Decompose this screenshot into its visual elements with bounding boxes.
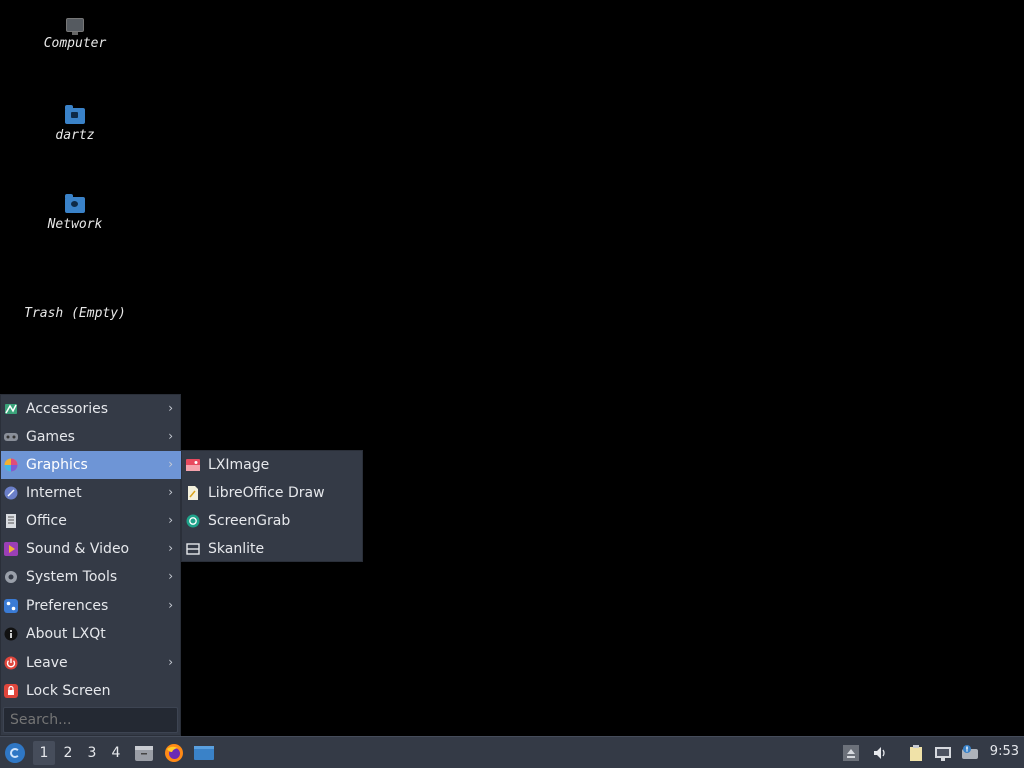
graphics-icon [4, 458, 18, 472]
menu-item-sound-video[interactable]: Sound & Video › [1, 535, 182, 563]
accessories-icon [4, 402, 18, 416]
desktop-icon-trash[interactable]: Trash (Empty) [0, 306, 150, 321]
taskbar: 1 2 3 4 9:53 [0, 736, 1024, 768]
skanlite-icon [186, 542, 200, 556]
menu-item-label: Accessories [26, 401, 109, 417]
menu-item-graphics[interactable]: Graphics › [1, 451, 182, 479]
graphics-submenu: LXImage LibreOffice Draw ScreenGrab Skan… [181, 450, 363, 562]
menu-item-about-lxqt[interactable]: About LXQt [1, 620, 182, 648]
desktop-icon-dartz[interactable]: dartz [0, 105, 150, 143]
home-folder-icon [65, 105, 85, 124]
volume-icon[interactable] [872, 745, 888, 761]
desktop-icon [194, 746, 214, 760]
desktop-switch-4[interactable]: 4 [105, 741, 127, 765]
file-manager-launcher[interactable] [134, 743, 154, 763]
chevron-right-icon: › [168, 457, 173, 471]
menu-item-office[interactable]: Office › [1, 507, 182, 535]
games-icon [4, 430, 18, 444]
application-menu: Accessories › Games › Graphics › Interne… [0, 394, 182, 736]
chevron-right-icon: › [168, 541, 173, 555]
computer-icon [66, 18, 84, 35]
preferences-icon [4, 599, 18, 613]
submenu-item-label: ScreenGrab [208, 513, 291, 529]
desktop-icon-label: dartz [55, 128, 95, 143]
show-desktop-button[interactable] [193, 743, 214, 763]
eject-icon[interactable] [843, 745, 859, 761]
sound-video-icon [4, 542, 18, 556]
menu-item-label: Graphics [26, 457, 88, 473]
menu-item-label: Lock Screen [26, 683, 111, 699]
clock[interactable]: 9:53 [990, 744, 1019, 759]
start-menu-button[interactable] [5, 743, 25, 763]
menu-item-label: System Tools [26, 569, 118, 585]
info-icon [4, 627, 18, 641]
menu-item-label: Leave [26, 655, 68, 671]
desktop-icon-label: Computer [43, 36, 107, 51]
desktop-icon-label: Trash (Empty) [24, 306, 126, 321]
chevron-right-icon: › [168, 655, 173, 669]
submenu-item-label: LibreOffice Draw [208, 485, 325, 501]
menu-item-system-tools[interactable]: System Tools › [1, 563, 182, 591]
submenu-item-lximage[interactable]: LXImage [182, 451, 362, 479]
submenu-item-label: Skanlite [208, 541, 265, 557]
desktop-switch-2[interactable]: 2 [57, 741, 79, 765]
menu-item-label: Internet [26, 485, 82, 501]
menu-item-internet[interactable]: Internet › [1, 479, 182, 507]
chevron-right-icon: › [168, 485, 173, 499]
desktop-switch-3[interactable]: 3 [81, 741, 103, 765]
menu-item-label: Preferences [26, 598, 109, 614]
menu-item-games[interactable]: Games › [1, 423, 182, 451]
menu-item-preferences[interactable]: Preferences › [1, 592, 182, 620]
clipboard-icon[interactable] [908, 745, 924, 761]
desktop-switch-1[interactable]: 1 [33, 741, 55, 765]
menu-item-accessories[interactable]: Accessories › [1, 395, 182, 423]
menu-item-label: Games [26, 429, 75, 445]
menu-search-input[interactable] [3, 707, 178, 733]
file-manager-icon [135, 746, 153, 761]
submenu-item-label: LXImage [208, 457, 270, 473]
network-folder-icon [65, 194, 85, 213]
libreoffice-draw-icon [186, 486, 200, 500]
submenu-item-skanlite[interactable]: Skanlite [182, 535, 362, 563]
menu-item-label: Office [26, 513, 67, 529]
chevron-right-icon: › [168, 401, 173, 415]
power-icon [4, 656, 18, 670]
chevron-right-icon: › [168, 513, 173, 527]
menu-item-lock-screen[interactable]: Lock Screen [1, 677, 182, 705]
chevron-right-icon: › [168, 598, 173, 612]
submenu-item-libreoffice-draw[interactable]: LibreOffice Draw [182, 479, 362, 507]
firefox-icon [165, 744, 183, 762]
desktop-icon-computer[interactable]: Computer [0, 18, 150, 51]
system-tools-icon [4, 570, 18, 584]
internet-icon [4, 486, 18, 500]
menu-item-leave[interactable]: Leave › [1, 649, 182, 677]
menu-item-label: About LXQt [26, 626, 106, 642]
update-notifier-icon[interactable] [961, 745, 978, 761]
firefox-launcher[interactable] [164, 743, 184, 763]
submenu-item-screengrab[interactable]: ScreenGrab [182, 507, 362, 535]
lock-icon [4, 684, 18, 698]
lximage-icon [186, 458, 200, 472]
chevron-right-icon: › [168, 569, 173, 583]
menu-item-label: Sound & Video [26, 541, 130, 557]
office-icon [4, 514, 18, 528]
desktop-icon-label: Network [47, 217, 103, 232]
desktop-icon-network[interactable]: Network [0, 194, 150, 232]
network-icon[interactable] [934, 745, 951, 761]
chevron-right-icon: › [168, 429, 173, 443]
screengrab-icon [186, 514, 200, 528]
